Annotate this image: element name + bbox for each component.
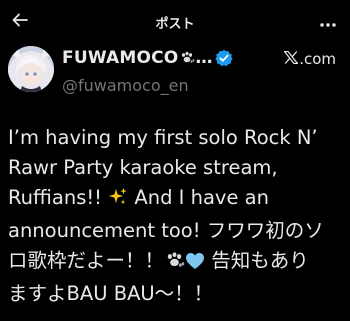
tweet-line: ロ歌枠だよー！！ 告知もあり	[8, 246, 346, 279]
x-logo-icon	[283, 50, 299, 68]
tweet-line: ますよBAU BAU～！！	[8, 282, 214, 305]
page-title: ポスト	[155, 17, 195, 32]
author-handle[interactable]: @fuwamoco_en	[62, 76, 189, 95]
tweet-line: Ruffians!! And I have an	[8, 183, 346, 216]
tweet-text-segment: And I have an	[128, 186, 269, 209]
source-domain: .com	[299, 50, 336, 68]
tweet-text: I’m having my first solo Rock N’ Rawr Pa…	[8, 123, 346, 309]
tweet-text-segment: Ruffians!!	[8, 186, 102, 209]
tweet-text-segment: 告知もあり	[205, 249, 309, 272]
sparkles-icon	[108, 186, 128, 216]
verified-badge-icon	[215, 49, 234, 67]
top-bar: ポスト	[0, 0, 350, 46]
tweet-line: announcement too! フワワ初のソ	[8, 219, 324, 242]
light-blue-heart-icon	[185, 249, 205, 279]
tweet-line: Rawr Party karaoke stream,	[8, 156, 278, 179]
tweet-text-segment: ロ歌枠だよー！！	[8, 249, 165, 272]
paw-prints-icon	[164, 249, 185, 279]
display-name: FUWAMOCO	[62, 48, 179, 68]
source-link[interactable]: .com	[283, 50, 336, 68]
more-dots-icon	[319, 13, 337, 32]
author-name-row[interactable]: FUWAMOCO …	[62, 48, 234, 68]
tweet-line: I’m having my first solo Rock N’	[8, 126, 318, 149]
avatar[interactable]	[8, 46, 54, 92]
name-truncation: …	[195, 48, 213, 68]
more-options-button[interactable]	[314, 8, 342, 36]
paw-prints-icon	[179, 51, 195, 65]
